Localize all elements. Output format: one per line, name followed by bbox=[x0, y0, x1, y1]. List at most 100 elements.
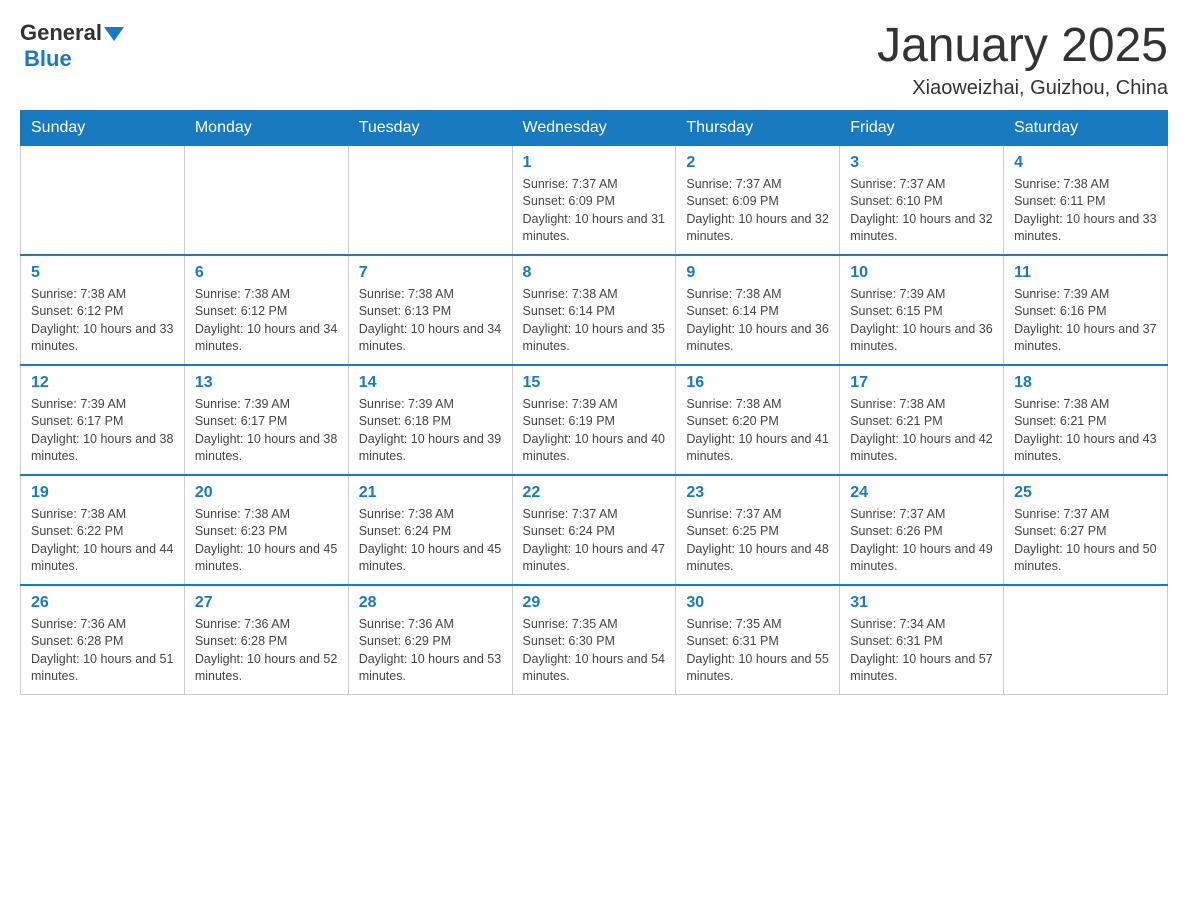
day-number: 30 bbox=[686, 594, 829, 612]
day-info: Sunrise: 7:39 AMSunset: 6:18 PMDaylight:… bbox=[359, 396, 502, 466]
day-number: 16 bbox=[686, 374, 829, 392]
day-of-week-header: Saturday bbox=[1004, 110, 1168, 145]
day-info: Sunrise: 7:36 AMSunset: 6:29 PMDaylight:… bbox=[359, 616, 502, 686]
day-number: 10 bbox=[850, 264, 993, 282]
logo-text-blue: Blue bbox=[24, 46, 72, 72]
calendar-cell: 29 Sunrise: 7:35 AMSunset: 6:30 PMDayligh… bbox=[512, 585, 676, 695]
day-info: Sunrise: 7:38 AMSunset: 6:14 PMDaylight:… bbox=[686, 286, 829, 356]
calendar-cell: 7 Sunrise: 7:38 AMSunset: 6:13 PMDaylight… bbox=[348, 255, 512, 365]
calendar-cell: 23 Sunrise: 7:37 AMSunset: 6:25 PMDayligh… bbox=[676, 475, 840, 585]
day-number: 18 bbox=[1014, 374, 1157, 392]
day-info: Sunrise: 7:35 AMSunset: 6:30 PMDaylight:… bbox=[523, 616, 666, 686]
calendar-cell: 14Sunrise: 7:39 AMSunset: 6:18 PMDayligh… bbox=[348, 365, 512, 475]
day-info: Sunrise: 7:38 AMSunset: 6:13 PMDaylight:… bbox=[359, 286, 502, 356]
day-info: Sunrise: 7:38 AMSunset: 6:21 PMDaylight:… bbox=[1014, 396, 1157, 466]
calendar-cell: 12 Sunrise: 7:39 AMSunset: 6:17 PMDayligh… bbox=[21, 365, 185, 475]
day-info: Sunrise: 7:38 AMSunset: 6:14 PMDaylight:… bbox=[523, 286, 666, 356]
calendar-cell: 1 Sunrise: 7:37 AMSunset: 6:09 PMDaylight… bbox=[512, 145, 676, 255]
day-number: 19 bbox=[31, 484, 174, 502]
day-number: 27 bbox=[195, 594, 338, 612]
day-number: 6 bbox=[195, 264, 338, 282]
calendar-cell: 10 Sunrise: 7:39 AMSunset: 6:15 PMDayligh… bbox=[840, 255, 1004, 365]
day-number: 23 bbox=[686, 484, 829, 502]
calendar-cell: 8Sunrise: 7:38 AMSunset: 6:14 PMDaylight… bbox=[512, 255, 676, 365]
day-info: Sunrise: 7:39 AMSunset: 6:17 PMDaylight:… bbox=[31, 396, 174, 466]
calendar-subtitle: Xiaoweizhai, Guizhou, China bbox=[877, 77, 1168, 100]
day-of-week-header: Tuesday bbox=[348, 110, 512, 145]
day-number: 15 bbox=[523, 374, 666, 392]
day-info: Sunrise: 7:37 AMSunset: 6:26 PMDaylight:… bbox=[850, 506, 993, 576]
day-info: Sunrise: 7:37 AMSunset: 6:09 PMDaylight:… bbox=[523, 176, 666, 246]
day-info: Sunrise: 7:36 AMSunset: 6:28 PMDaylight:… bbox=[31, 616, 174, 686]
day-number: 2 bbox=[686, 154, 829, 172]
day-number: 28 bbox=[359, 594, 502, 612]
day-number: 17 bbox=[850, 374, 993, 392]
calendar-cell: 16 Sunrise: 7:38 AMSunset: 6:20 PMDayligh… bbox=[676, 365, 840, 475]
day-info: Sunrise: 7:39 AMSunset: 6:19 PMDaylight:… bbox=[523, 396, 666, 466]
day-number: 29 bbox=[523, 594, 666, 612]
calendar-table: SundayMondayTuesdayWednesdayThursdayFrid… bbox=[20, 110, 1168, 695]
day-of-week-header: Thursday bbox=[676, 110, 840, 145]
day-number: 24 bbox=[850, 484, 993, 502]
calendar-cell: 17 Sunrise: 7:38 AMSunset: 6:21 PMDayligh… bbox=[840, 365, 1004, 475]
day-number: 9 bbox=[686, 264, 829, 282]
day-info: Sunrise: 7:38 AMSunset: 6:12 PMDaylight:… bbox=[195, 286, 338, 356]
logo-arrow-icon bbox=[104, 27, 124, 41]
day-info: Sunrise: 7:38 AMSunset: 6:20 PMDaylight:… bbox=[686, 396, 829, 466]
calendar-cell: 2Sunrise: 7:37 AMSunset: 6:09 PMDaylight… bbox=[676, 145, 840, 255]
calendar-cell: 27 Sunrise: 7:36 AMSunset: 6:28 PMDayligh… bbox=[184, 585, 348, 695]
calendar-cell: 30 Sunrise: 7:35 AMSunset: 6:31 PMDayligh… bbox=[676, 585, 840, 695]
calendar-cell: 19 Sunrise: 7:38 AMSunset: 6:22 PMDayligh… bbox=[21, 475, 185, 585]
calendar-cell bbox=[348, 145, 512, 255]
calendar-week-row: 1 Sunrise: 7:37 AMSunset: 6:09 PMDaylight… bbox=[21, 145, 1168, 255]
calendar-cell: 11Sunrise: 7:39 AMSunset: 6:16 PMDayligh… bbox=[1004, 255, 1168, 365]
calendar-cell bbox=[184, 145, 348, 255]
calendar-week-row: 12 Sunrise: 7:39 AMSunset: 6:17 PMDayligh… bbox=[21, 365, 1168, 475]
day-number: 1 bbox=[523, 154, 666, 172]
day-info: Sunrise: 7:37 AMSunset: 6:24 PMDaylight:… bbox=[523, 506, 666, 576]
calendar-header-row: SundayMondayTuesdayWednesdayThursdayFrid… bbox=[21, 110, 1168, 145]
day-info: Sunrise: 7:38 AMSunset: 6:23 PMDaylight:… bbox=[195, 506, 338, 576]
day-info: Sunrise: 7:37 AMSunset: 6:10 PMDaylight:… bbox=[850, 176, 993, 246]
calendar-cell: 13Sunrise: 7:39 AMSunset: 6:17 PMDayligh… bbox=[184, 365, 348, 475]
day-info: Sunrise: 7:39 AMSunset: 6:15 PMDaylight:… bbox=[850, 286, 993, 356]
day-number: 26 bbox=[31, 594, 174, 612]
day-number: 7 bbox=[359, 264, 502, 282]
day-info: Sunrise: 7:35 AMSunset: 6:31 PMDaylight:… bbox=[686, 616, 829, 686]
calendar-cell: 26 Sunrise: 7:36 AMSunset: 6:28 PMDayligh… bbox=[21, 585, 185, 695]
day-number: 3 bbox=[850, 154, 993, 172]
title-block: January 2025 Xiaoweizhai, Guizhou, China bbox=[877, 20, 1168, 100]
day-of-week-header: Friday bbox=[840, 110, 1004, 145]
day-of-week-header: Wednesday bbox=[512, 110, 676, 145]
day-number: 20 bbox=[195, 484, 338, 502]
calendar-cell: 6 Sunrise: 7:38 AMSunset: 6:12 PMDaylight… bbox=[184, 255, 348, 365]
day-number: 12 bbox=[31, 374, 174, 392]
calendar-cell: 9 Sunrise: 7:38 AMSunset: 6:14 PMDaylight… bbox=[676, 255, 840, 365]
logo-text-general: General bbox=[20, 20, 102, 46]
calendar-week-row: 19 Sunrise: 7:38 AMSunset: 6:22 PMDayligh… bbox=[21, 475, 1168, 585]
calendar-cell bbox=[1004, 585, 1168, 695]
calendar-cell: 28 Sunrise: 7:36 AMSunset: 6:29 PMDayligh… bbox=[348, 585, 512, 695]
day-number: 5 bbox=[31, 264, 174, 282]
day-info: Sunrise: 7:38 AMSunset: 6:21 PMDaylight:… bbox=[850, 396, 993, 466]
calendar-cell: 22Sunrise: 7:37 AMSunset: 6:24 PMDayligh… bbox=[512, 475, 676, 585]
day-number: 4 bbox=[1014, 154, 1157, 172]
calendar-cell: 3 Sunrise: 7:37 AMSunset: 6:10 PMDaylight… bbox=[840, 145, 1004, 255]
day-info: Sunrise: 7:37 AMSunset: 6:27 PMDaylight:… bbox=[1014, 506, 1157, 576]
calendar-cell: 18 Sunrise: 7:38 AMSunset: 6:21 PMDayligh… bbox=[1004, 365, 1168, 475]
page-header: General Blue January 2025 Xiaoweizhai, G… bbox=[20, 20, 1168, 100]
day-info: Sunrise: 7:39 AMSunset: 6:17 PMDaylight:… bbox=[195, 396, 338, 466]
day-info: Sunrise: 7:38 AMSunset: 6:22 PMDaylight:… bbox=[31, 506, 174, 576]
day-of-week-header: Sunday bbox=[21, 110, 185, 145]
calendar-cell: 24 Sunrise: 7:37 AMSunset: 6:26 PMDayligh… bbox=[840, 475, 1004, 585]
day-info: Sunrise: 7:36 AMSunset: 6:28 PMDaylight:… bbox=[195, 616, 338, 686]
day-number: 31 bbox=[850, 594, 993, 612]
calendar-title: January 2025 bbox=[877, 20, 1168, 73]
calendar-cell: 25 Sunrise: 7:37 AMSunset: 6:27 PMDayligh… bbox=[1004, 475, 1168, 585]
calendar-cell bbox=[21, 145, 185, 255]
day-number: 25 bbox=[1014, 484, 1157, 502]
calendar-cell: 31Sunrise: 7:34 AMSunset: 6:31 PMDayligh… bbox=[840, 585, 1004, 695]
day-number: 11 bbox=[1014, 264, 1157, 282]
day-info: Sunrise: 7:37 AMSunset: 6:25 PMDaylight:… bbox=[686, 506, 829, 576]
calendar-cell: 21Sunrise: 7:38 AMSunset: 6:24 PMDayligh… bbox=[348, 475, 512, 585]
